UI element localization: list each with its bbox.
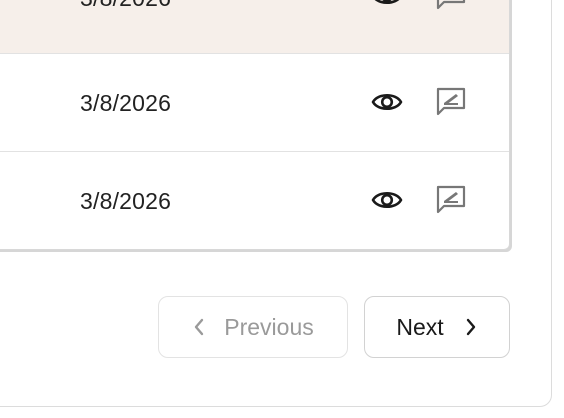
chevron-left-icon	[192, 317, 206, 337]
next-label: Next	[396, 313, 444, 340]
row-date: 3/8/2026	[80, 0, 171, 12]
comment-edit-icon[interactable]	[435, 184, 467, 216]
row-date: 3/8/2026	[80, 90, 172, 116]
comment-edit-icon[interactable]	[435, 86, 467, 118]
previous-button[interactable]: Previous	[158, 296, 348, 358]
next-button[interactable]: Next	[364, 296, 510, 358]
page: 3/8/2026 3/8/2026 3/8/2026	[0, 0, 564, 418]
table-row: 3/8/2026	[0, 152, 509, 249]
table-row: 3/8/2026	[0, 0, 509, 54]
row-date: 3/8/2026	[80, 188, 172, 214]
eye-icon[interactable]	[371, 86, 403, 118]
chevron-right-icon	[464, 317, 478, 337]
comment-edit-icon[interactable]	[435, 0, 467, 12]
eye-icon[interactable]	[371, 0, 403, 12]
eye-icon[interactable]	[371, 184, 403, 216]
records-table: 3/8/2026 3/8/2026 3/8/2026	[0, 0, 510, 250]
previous-label: Previous	[224, 313, 314, 340]
table-row: 3/8/2026	[0, 54, 509, 152]
